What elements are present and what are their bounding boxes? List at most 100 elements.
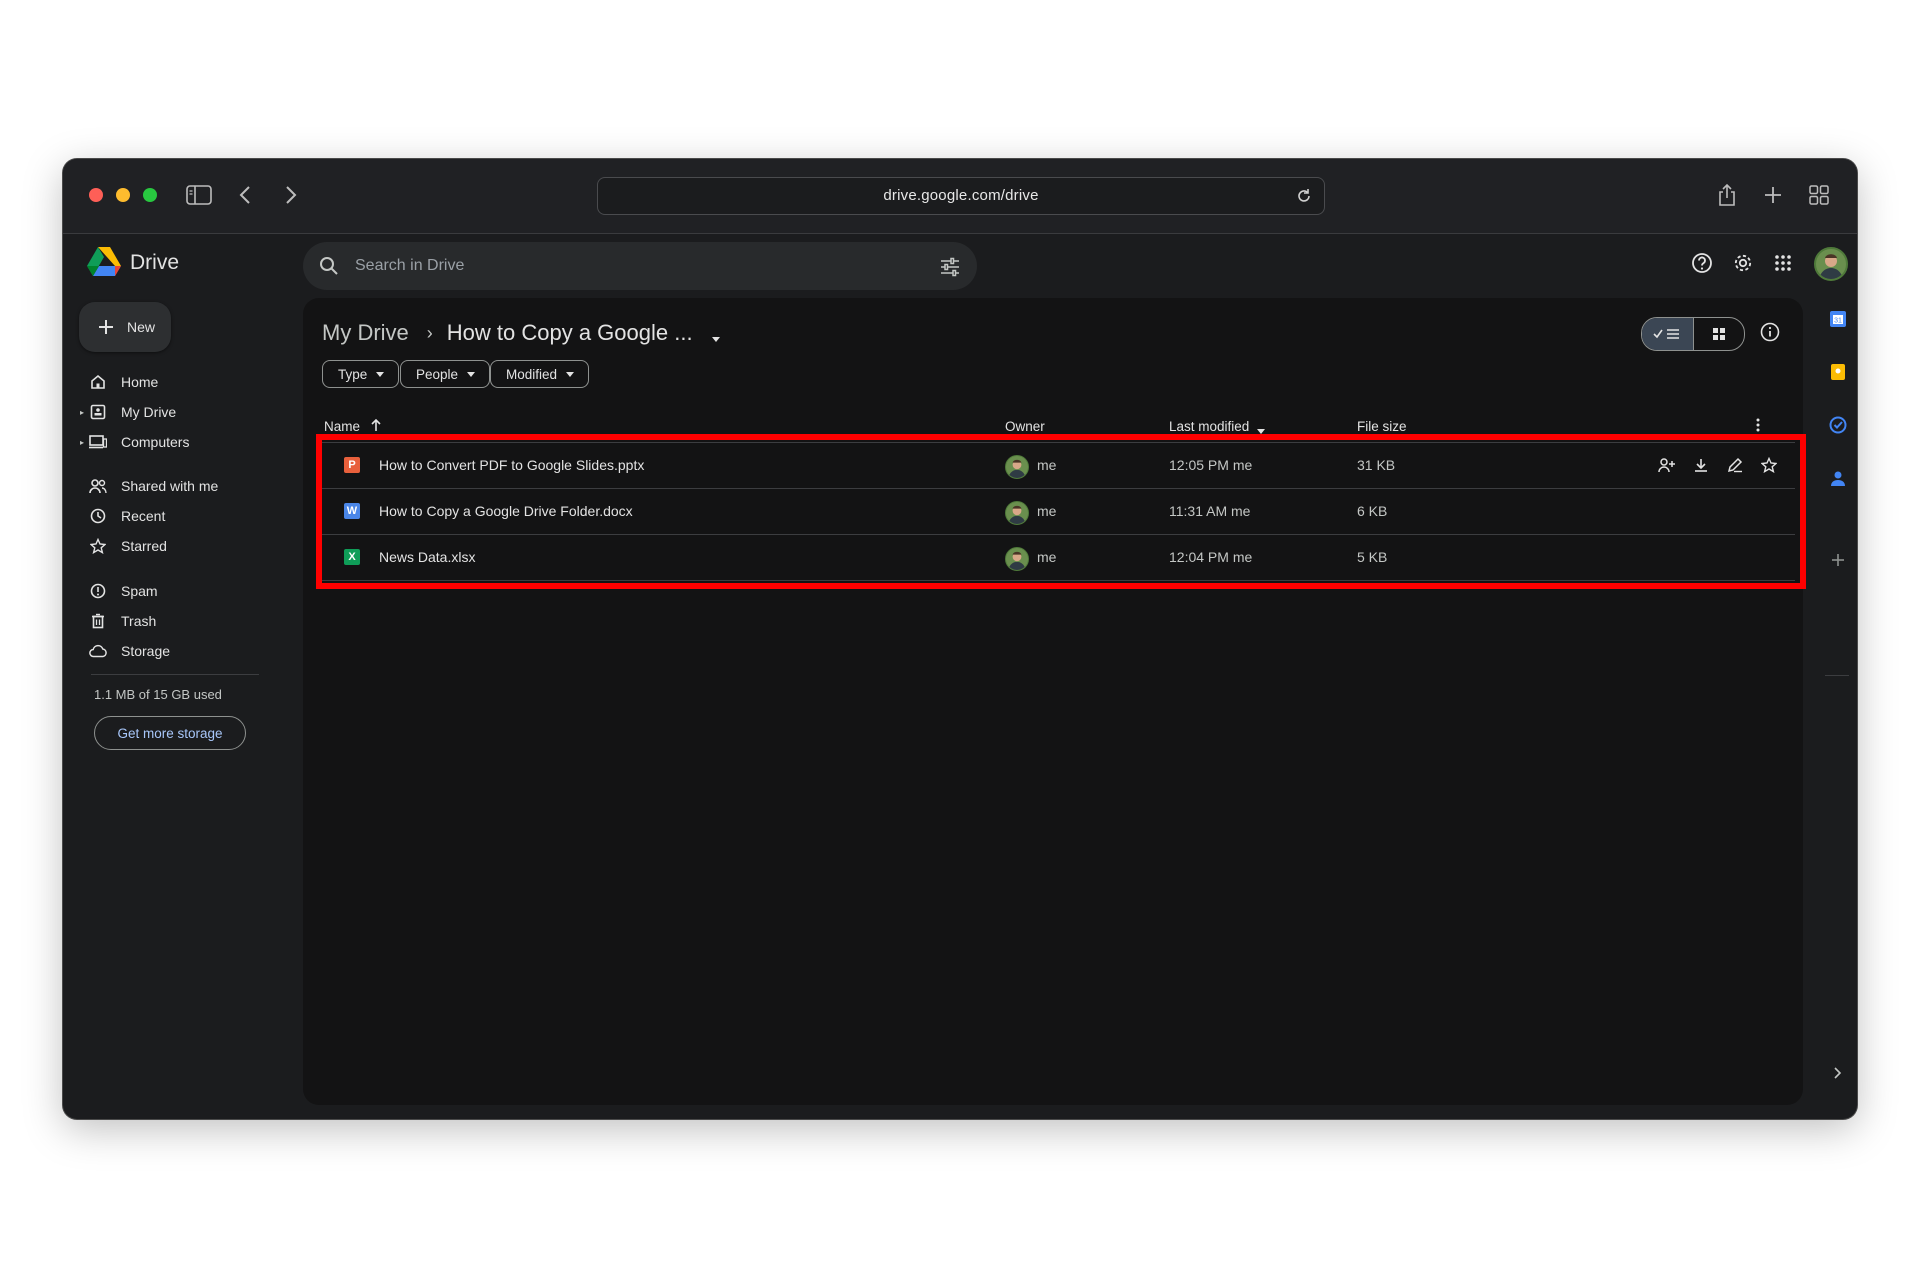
expand-arrow-icon[interactable]: ▸ <box>77 408 87 417</box>
sidebar-item-computers[interactable]: ▸ Computers <box>77 428 273 456</box>
file-size-column-header[interactable]: File size <box>1357 419 1407 434</box>
sidebar-item-label: Shared with me <box>121 478 219 494</box>
type-filter-chip[interactable]: Type <box>322 360 400 388</box>
new-tab-icon[interactable] <box>1757 179 1789 211</box>
sidebar-item-storage[interactable]: Storage <box>77 637 273 665</box>
file-owner: me <box>1037 503 1057 519</box>
sidebar-item-label: My Drive <box>121 404 177 420</box>
reload-icon[interactable] <box>1292 184 1316 208</box>
settings-gear-icon[interactable] <box>1730 250 1756 276</box>
address-bar[interactable]: drive.google.com/drive <box>597 177 1325 215</box>
svg-text:31: 31 <box>1834 318 1842 325</box>
sidebar-item-my-drive[interactable]: ▸ My Drive <box>77 398 273 426</box>
people-filter-chip[interactable]: People <box>400 360 491 388</box>
sidebar-item-label: Home <box>121 374 159 390</box>
download-icon[interactable] <box>1691 455 1711 475</box>
breadcrumb-current-folder[interactable]: How to Copy a Google ... <box>447 320 693 346</box>
expand-arrow-icon[interactable]: ▸ <box>77 438 87 447</box>
forward-icon[interactable] <box>275 179 307 211</box>
table-row[interactable]: X News Data.xlsx me 12:04 PM me 5 KB <box>321 535 1804 581</box>
share-person-icon[interactable] <box>1657 455 1677 475</box>
info-icon[interactable] <box>1759 321 1783 345</box>
more-options-icon[interactable] <box>1792 455 1812 475</box>
sort-ascending-icon[interactable] <box>369 417 383 436</box>
column-options-icon[interactable] <box>1755 417 1761 436</box>
sidebar-item-spam[interactable]: Spam <box>77 577 273 605</box>
calendar-icon[interactable]: 31 <box>1828 309 1848 329</box>
search-icon[interactable] <box>319 256 339 276</box>
share-icon[interactable] <box>1711 179 1743 211</box>
sidebar-item-home[interactable]: Home <box>77 368 273 396</box>
folder-menu-dropdown-icon[interactable] <box>709 326 723 342</box>
search-options-icon[interactable] <box>939 256 961 278</box>
sort-dropdown-icon[interactable] <box>1256 424 1266 439</box>
sidebar-item-label: Trash <box>121 613 157 629</box>
file-size: 6 KB <box>1357 503 1388 519</box>
file-name[interactable]: How to Convert PDF to Google Slides.pptx <box>379 457 644 473</box>
clock-icon <box>89 507 107 525</box>
sidebar-item-recent[interactable]: Recent <box>77 502 273 530</box>
url-text[interactable]: drive.google.com/drive <box>598 187 1324 204</box>
name-column-header[interactable]: Name <box>324 419 360 434</box>
sidebar-item-label: Spam <box>121 583 158 599</box>
sidebar-item-starred[interactable]: Starred <box>77 532 273 560</box>
sidebar-item-label: Starred <box>121 538 167 554</box>
last-modified-column-header[interactable]: Last modified <box>1169 419 1249 434</box>
file-name[interactable]: How to Copy a Google Drive Folder.docx <box>379 503 633 519</box>
back-icon[interactable] <box>229 179 261 211</box>
cloud-icon <box>89 642 107 660</box>
apps-grid-icon[interactable] <box>1770 250 1796 276</box>
shared-icon <box>89 477 107 495</box>
slides-file-icon: P <box>344 457 360 473</box>
breadcrumb-my-drive[interactable]: My Drive <box>322 320 409 346</box>
file-name[interactable]: News Data.xlsx <box>379 549 475 565</box>
help-icon[interactable] <box>1689 250 1715 276</box>
breadcrumb-separator-icon: › <box>426 322 433 343</box>
close-window-button[interactable] <box>89 188 103 202</box>
docs-file-icon: W <box>344 503 360 519</box>
browser-window: drive.google.com/drive Drive Search in D… <box>63 159 1857 1119</box>
table-row[interactable]: P How to Convert PDF to Google Slides.pp… <box>321 443 1804 489</box>
modified-filter-label: Modified <box>506 366 558 382</box>
list-view-button[interactable] <box>1642 318 1693 350</box>
file-size: 5 KB <box>1357 549 1388 565</box>
drive-logo-icon[interactable] <box>87 247 121 277</box>
file-modified: 12:05 PM me <box>1169 457 1253 473</box>
more-options-icon[interactable] <box>1792 501 1812 521</box>
keep-icon[interactable] <box>1828 362 1848 382</box>
my-drive-icon <box>89 403 107 421</box>
new-button[interactable]: New <box>79 302 171 352</box>
breadcrumb: My Drive › How to Copy a Google ... <box>322 318 723 348</box>
app-name[interactable]: Drive <box>130 251 179 275</box>
minimize-window-button[interactable] <box>116 188 130 202</box>
grid-view-button[interactable] <box>1692 318 1745 350</box>
owner-column-header[interactable]: Owner <box>1005 419 1045 434</box>
contacts-icon[interactable] <box>1828 468 1848 488</box>
add-addon-icon[interactable] <box>1828 550 1848 570</box>
computers-icon <box>89 433 107 451</box>
table-row[interactable]: W How to Copy a Google Drive Folder.docx… <box>321 489 1804 535</box>
expand-panel-chevron-icon[interactable] <box>1828 1063 1848 1083</box>
maximize-window-button[interactable] <box>143 188 157 202</box>
sidebar-item-trash[interactable]: Trash <box>77 607 273 635</box>
search-input[interactable] <box>355 242 895 290</box>
owner-avatar <box>1005 455 1029 479</box>
more-options-icon[interactable] <box>1792 547 1812 567</box>
get-more-storage-button[interactable]: Get more storage <box>94 716 246 750</box>
dropdown-arrow-icon <box>376 371 385 377</box>
star-icon[interactable] <box>1759 455 1779 475</box>
plus-icon <box>97 318 115 336</box>
rename-edit-icon[interactable] <box>1725 455 1745 475</box>
search-bar[interactable] <box>303 242 977 290</box>
dropdown-arrow-icon <box>467 371 476 377</box>
modified-filter-chip[interactable]: Modified <box>490 360 590 388</box>
account-avatar[interactable] <box>1814 247 1848 281</box>
tab-overview-icon[interactable] <box>1803 179 1835 211</box>
sidebar-toggle-icon[interactable] <box>183 179 215 211</box>
main-content: My Drive › How to Copy a Google ... Type… <box>303 298 1804 1105</box>
tasks-icon[interactable] <box>1828 415 1848 435</box>
new-button-label: New <box>127 319 156 335</box>
file-modified: 11:31 AM me <box>1169 503 1251 519</box>
sidebar-item-shared-with-me[interactable]: Shared with me <box>77 472 273 500</box>
trash-icon <box>89 612 107 630</box>
